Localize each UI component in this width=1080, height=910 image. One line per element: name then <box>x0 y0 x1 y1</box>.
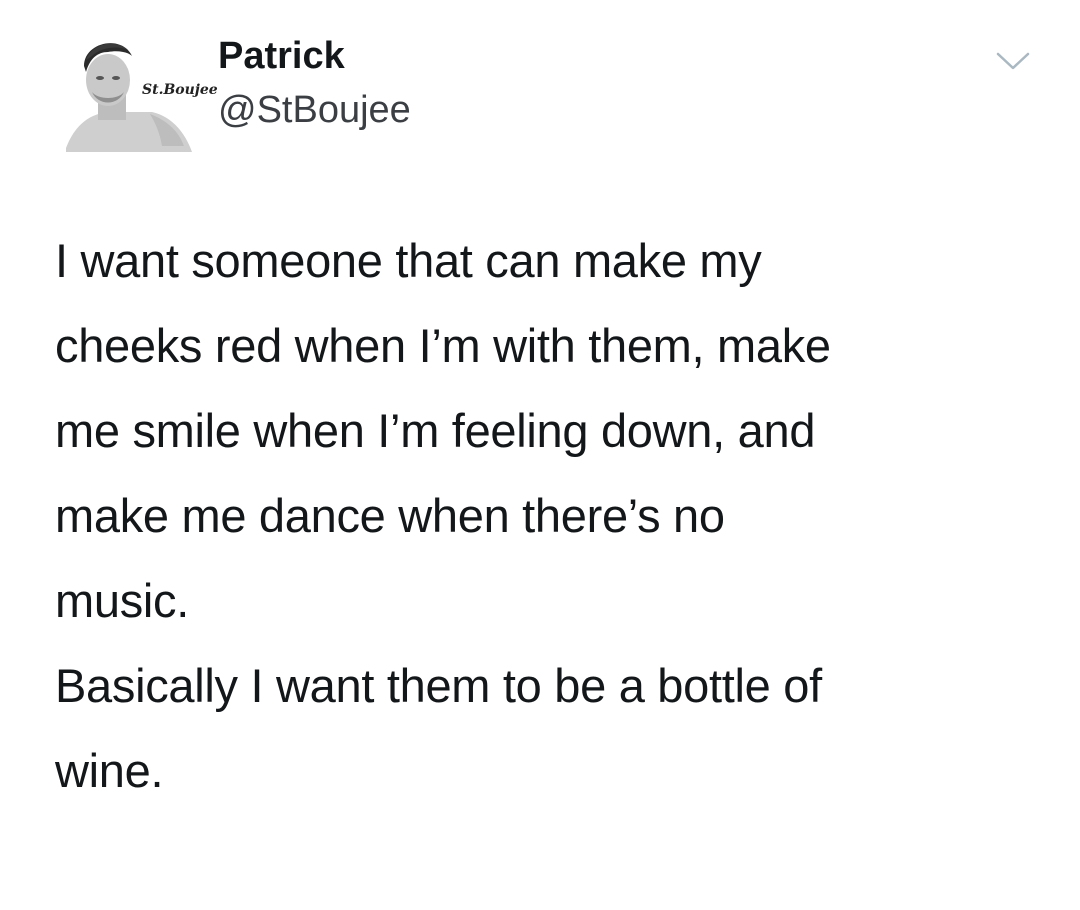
avatar[interactable]: St.Boujee <box>62 30 218 156</box>
display-name[interactable]: Patrick <box>218 34 345 78</box>
avatar-watermark: St.Boujee <box>142 82 218 98</box>
chevron-down-icon-svg <box>996 52 1030 70</box>
tweet-paragraph: I want someone that can make my cheeks r… <box>55 234 831 627</box>
tweet-paragraph: Basically I want them to be a bottle of … <box>55 659 822 797</box>
user-handle[interactable]: @StBoujee <box>218 88 411 132</box>
tweet-text: I want someone that can make my cheeks r… <box>55 218 1045 813</box>
tweet-card: St.Boujee Patrick @StBoujee I want someo… <box>0 0 1080 910</box>
chevron-down-icon[interactable] <box>996 50 1030 72</box>
